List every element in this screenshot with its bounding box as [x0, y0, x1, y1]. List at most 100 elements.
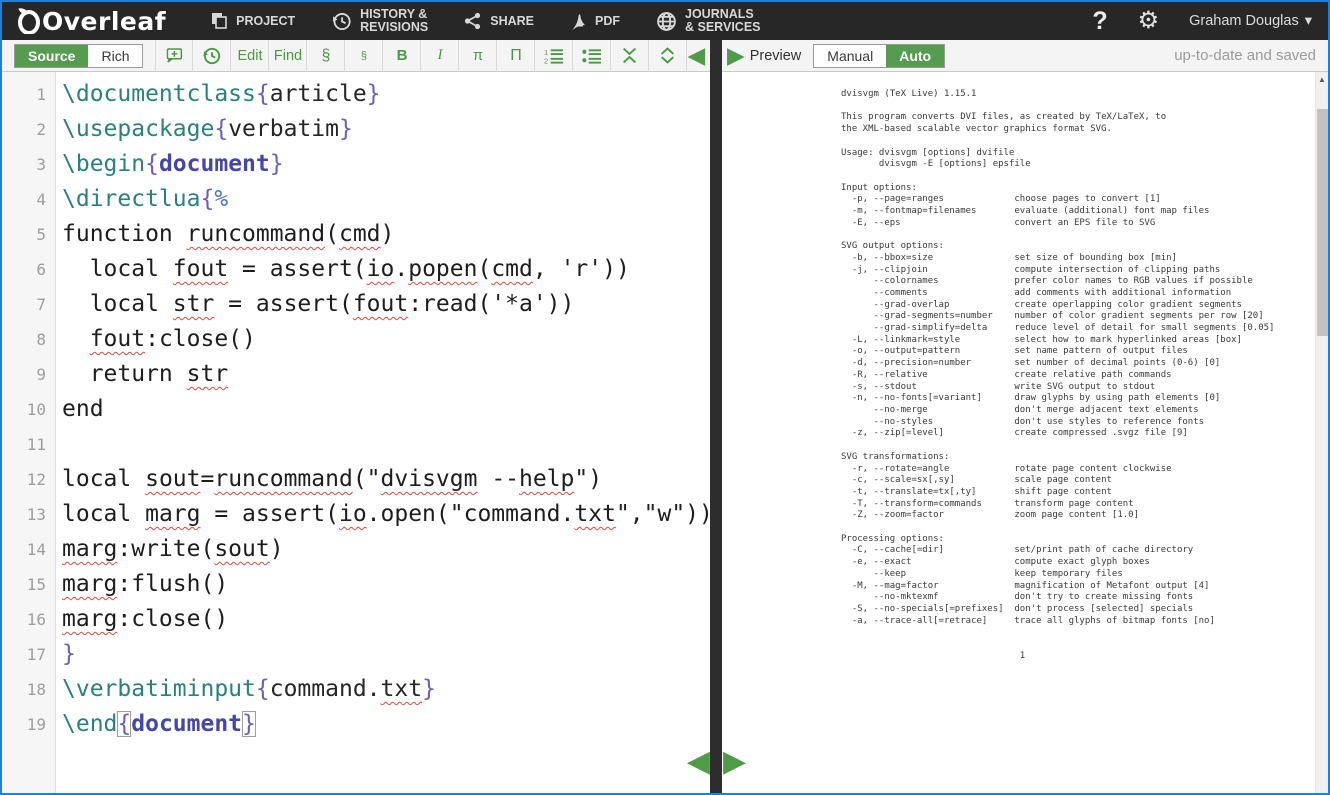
bullet-list-button[interactable]: [573, 40, 611, 72]
line-number: 14: [2, 532, 55, 567]
menu-history-label: HISTORY & REVISIONS: [360, 8, 428, 34]
code-line[interactable]: local fout = assert(io.popen(cmd, 'r')): [62, 252, 710, 287]
user-menu[interactable]: Graham Douglas ▾: [1189, 13, 1312, 29]
menu-share[interactable]: SHARE: [464, 12, 534, 30]
line-number: 12: [2, 462, 55, 497]
main-split: Source Rich Text: [2, 40, 1328, 793]
menu-project[interactable]: PROJECT: [210, 12, 295, 30]
code-line[interactable]: local marg = assert(io.open("command.txt…: [62, 497, 710, 532]
code-line[interactable]: marg:write(sout): [62, 532, 710, 567]
scrollbar-up-arrow[interactable]: ▲: [1318, 75, 1326, 84]
rich-text-tab[interactable]: Rich Text: [88, 45, 142, 67]
line-number: 1: [2, 77, 55, 112]
history-clock-icon: [202, 46, 221, 66]
line-number: 15: [2, 567, 55, 602]
save-status: up-to-date and saved: [1174, 47, 1328, 64]
code-line[interactable]: local sout=runcommand("dvisvgm --help"): [62, 462, 710, 497]
globe-icon: [656, 11, 677, 32]
line-number: 4: [2, 182, 55, 217]
menu-journals-services[interactable]: JOURNALS & SERVICES: [656, 8, 761, 34]
unindent-button[interactable]: [611, 40, 649, 72]
code-line[interactable]: \directlua{%: [62, 182, 710, 217]
line-number: 2: [2, 112, 55, 147]
manual-compile-button[interactable]: Manual: [814, 45, 886, 67]
top-bar: Overleaf PROJECT HISTORY & REVISIONS: [2, 2, 1328, 40]
gutter: 12345678910111213141516171819: [2, 72, 56, 793]
code-line[interactable]: \end{document}: [62, 707, 710, 742]
italic-button[interactable]: I: [421, 40, 459, 72]
pdf-scrollbar[interactable]: ▲: [1315, 72, 1328, 793]
add-comment-button[interactable]: [155, 40, 193, 72]
editor-toolbar: Source Rich Text: [2, 40, 710, 72]
source-richtext-toggle: Source Rich Text: [14, 44, 143, 68]
scrollbar-thumb[interactable]: [1317, 109, 1328, 336]
chevron-down-icon: ▾: [1305, 13, 1312, 29]
find-button[interactable]: Find: [269, 40, 307, 72]
compile-mode-toggle: Manual Auto: [813, 44, 945, 68]
auto-compile-button[interactable]: Auto: [886, 45, 944, 67]
collapse-chevrons-icon: [621, 47, 638, 64]
code-line[interactable]: \documentclass{article}: [62, 77, 710, 112]
menu-project-label: PROJECT: [236, 15, 295, 28]
user-name: Graham Douglas: [1189, 13, 1299, 29]
source-tab[interactable]: Source: [15, 45, 88, 67]
code-line[interactable]: local str = assert(fout:read('*a')): [62, 287, 710, 322]
comment-plus-icon: [165, 46, 183, 65]
line-number: 5: [2, 217, 55, 252]
collapse-editor-button[interactable]: ◀: [687, 44, 712, 67]
overleaf-window: Overleaf PROJECT HISTORY & REVISIONS: [0, 0, 1330, 795]
code-line[interactable]: return str: [62, 357, 710, 392]
share-icon: [464, 12, 482, 30]
code-line[interactable]: \verbatiminput{command.txt}: [62, 672, 710, 707]
bold-glyph: B: [397, 47, 408, 64]
preview-pane: ▶ Preview Manual Auto up-to-date and sav…: [722, 40, 1328, 793]
bullet-list-icon: [582, 48, 601, 64]
line-number: 18: [2, 672, 55, 707]
code-line[interactable]: function runcommand(cmd): [62, 217, 710, 252]
menu-journals-label: JOURNALS & SERVICES: [685, 8, 761, 34]
line-number: 7: [2, 287, 55, 322]
inline-math-button[interactable]: π: [459, 40, 497, 72]
numbered-list-icon: 1 2: [544, 48, 563, 64]
code-line[interactable]: [62, 427, 710, 462]
display-math-button[interactable]: Π: [497, 40, 535, 72]
logo-text: Overleaf: [42, 7, 166, 36]
versions-button[interactable]: [193, 40, 231, 72]
pdf-icon: [570, 12, 587, 31]
edit-menu-button[interactable]: Edit: [231, 40, 269, 72]
collapse-editor-bottom-button[interactable]: ◀: [687, 747, 710, 777]
line-number: 3: [2, 147, 55, 182]
pane-divider[interactable]: [710, 40, 722, 793]
editor-pane: Source Rich Text: [2, 40, 710, 793]
code-line[interactable]: \usepackage{verbatim}: [62, 112, 710, 147]
bold-button[interactable]: B: [383, 40, 421, 72]
numbered-list-button[interactable]: 1 2: [535, 40, 573, 72]
section-button[interactable]: §: [307, 40, 345, 72]
section-glyph: §: [322, 47, 331, 65]
gear-icon[interactable]: ⚙: [1138, 9, 1160, 33]
expand-preview-bottom-button[interactable]: ▶: [723, 747, 746, 777]
code-line[interactable]: fout:close(): [62, 322, 710, 357]
line-number: 9: [2, 357, 55, 392]
preview-label: Preview: [750, 48, 802, 64]
menu-history-revisions[interactable]: HISTORY & REVISIONS: [331, 8, 428, 34]
pdf-preview: dvisvgm (TeX Live) 1.15.1 This program c…: [722, 72, 1328, 793]
overleaf-logo[interactable]: Overleaf: [2, 7, 166, 36]
indent-button[interactable]: [649, 40, 687, 72]
capital-pi-glyph: Π: [510, 47, 522, 65]
menu-share-label: SHARE: [490, 15, 534, 28]
code-lines[interactable]: \documentclass{article}\usepackage{verba…: [56, 72, 710, 793]
code-line[interactable]: }: [62, 637, 710, 672]
leaf-icon: [18, 8, 40, 34]
code-line[interactable]: marg:flush(): [62, 567, 710, 602]
subsection-button[interactable]: §: [345, 40, 383, 72]
menu-pdf[interactable]: PDF: [570, 12, 620, 31]
edit-label: Edit: [237, 48, 262, 64]
help-button[interactable]: ?: [1092, 7, 1107, 36]
code-line[interactable]: end: [62, 392, 710, 427]
code-line[interactable]: marg:close(): [62, 602, 710, 637]
code-line[interactable]: \begin{document}: [62, 147, 710, 182]
expand-preview-button[interactable]: ▶: [722, 44, 745, 67]
menu-pdf-label: PDF: [595, 15, 620, 28]
preview-toolbar: ▶ Preview Manual Auto up-to-date and sav…: [722, 40, 1328, 72]
